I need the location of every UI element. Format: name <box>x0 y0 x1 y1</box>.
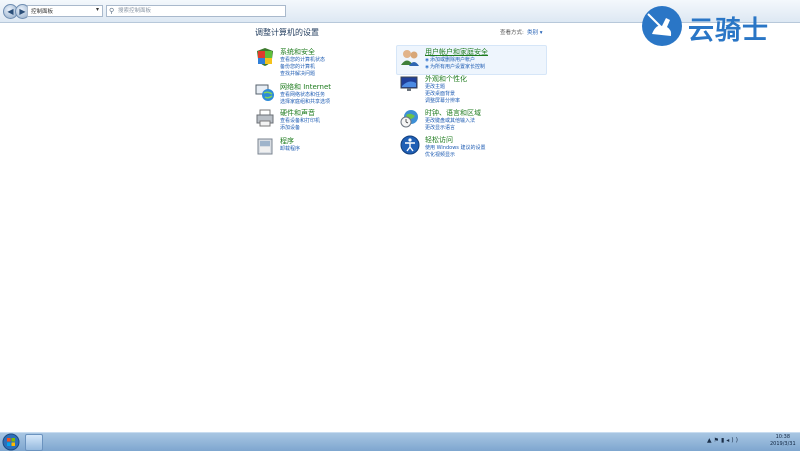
category-link[interactable]: 卸载程序 <box>280 146 300 153</box>
category-title[interactable]: 系统和安全 <box>280 47 315 57</box>
category-link[interactable]: 更改键盘或其他输入法 <box>425 118 475 125</box>
page-title: 调整计算机的设置 <box>255 28 319 37</box>
clock-time: 10:38 <box>775 434 791 440</box>
category-title[interactable]: 网络和 Internet <box>280 82 331 92</box>
address-field[interactable]: 控制面板 <box>27 5 103 17</box>
watermark-logo: 云骑士 <box>640 4 790 48</box>
category-clock-language[interactable]: 时钟、语言和区域 更改键盘或其他输入法 更改显示语言 <box>400 108 550 132</box>
search-icon: ⚲ <box>109 7 115 15</box>
category-title[interactable]: 外观和个性化 <box>425 74 467 84</box>
network-globe-icon <box>255 84 274 101</box>
address-dropdown-icon[interactable]: ▾ <box>96 6 99 13</box>
accessibility-icon <box>400 135 420 155</box>
category-link[interactable]: 查看您的计算机状态 <box>280 57 325 64</box>
category-ease-of-access[interactable]: 轻松访问 使用 Windows 建议的设置 优化视频显示 <box>400 135 550 159</box>
category-user-accounts[interactable]: 用户帐户和家庭安全 添加或删除用户帐户 为所有用户设置家长控制 <box>400 47 550 71</box>
category-link[interactable]: 添加设备 <box>280 125 320 132</box>
category-programs[interactable]: 程序 卸载程序 <box>255 136 405 156</box>
printer-icon <box>256 109 274 127</box>
category-link[interactable]: 更改主题 <box>425 84 460 91</box>
address-path: 控制面板 <box>31 9 54 15</box>
view-by-dropdown[interactable]: 类别 ▾ <box>527 28 543 36</box>
category-link[interactable]: 使用 Windows 建议的设置 <box>425 145 486 152</box>
taskbar-clock[interactable]: 10:38 2019/3/31 <box>770 434 796 448</box>
category-link[interactable]: 优化视频显示 <box>425 152 486 159</box>
category-hardware-sound[interactable]: 硬件和声音 查看设备和打印机 添加设备 <box>255 108 405 132</box>
category-title[interactable]: 时钟、语言和区域 <box>425 108 481 118</box>
taskbar-control-panel-icon[interactable] <box>25 434 43 451</box>
category-link[interactable]: 添加或删除用户帐户 <box>425 57 485 64</box>
category-link[interactable]: 更改桌面背景 <box>425 91 460 98</box>
search-placeholder: 搜索控制面板 <box>118 8 152 14</box>
clock-globe-icon <box>400 110 418 128</box>
category-link[interactable]: 查找并解决问题 <box>280 71 325 78</box>
category-system-security[interactable]: 系统和安全 查看您的计算机状态 备份您的计算机 查找并解决问题 <box>255 47 405 77</box>
category-link[interactable]: 为所有用户设置家长控制 <box>425 64 485 71</box>
view-by-label: 查看方式: <box>500 30 524 36</box>
taskbar: ▲⚑▮◂)) 10:38 2019/3/31 <box>0 432 800 451</box>
start-button-icon[interactable] <box>1 433 21 451</box>
category-title[interactable]: 轻松访问 <box>425 135 453 145</box>
category-link[interactable]: 查看网络状态和任务 <box>280 92 330 99</box>
search-input[interactable]: ⚲ 搜索控制面板 <box>106 5 286 17</box>
logo-text: 云骑士 <box>688 16 770 46</box>
users-icon <box>401 50 419 66</box>
category-link[interactable]: 更改显示语言 <box>425 125 475 132</box>
category-title[interactable]: 程序 <box>280 136 294 146</box>
shield-icon <box>257 48 273 66</box>
category-title[interactable]: 硬件和声音 <box>280 108 315 118</box>
monitor-icon <box>400 76 418 91</box>
system-tray-icons[interactable]: ▲⚑▮◂)) <box>707 437 740 444</box>
knight-logo-icon <box>642 6 682 46</box>
category-link[interactable]: 查看设备和打印机 <box>280 118 320 125</box>
category-title[interactable]: 用户帐户和家庭安全 <box>425 47 488 57</box>
programs-icon <box>257 138 273 155</box>
category-link[interactable]: 备份您的计算机 <box>280 64 325 71</box>
category-appearance[interactable]: 外观和个性化 更改主题 更改桌面背景 调整屏幕分辨率 <box>400 74 550 104</box>
category-link[interactable]: 调整屏幕分辨率 <box>425 98 460 105</box>
category-link[interactable]: 选择家庭组和共享选项 <box>280 99 330 106</box>
clock-date: 2019/3/31 <box>770 441 796 447</box>
category-network[interactable]: 网络和 Internet 查看网络状态和任务 选择家庭组和共享选项 <box>255 82 405 106</box>
